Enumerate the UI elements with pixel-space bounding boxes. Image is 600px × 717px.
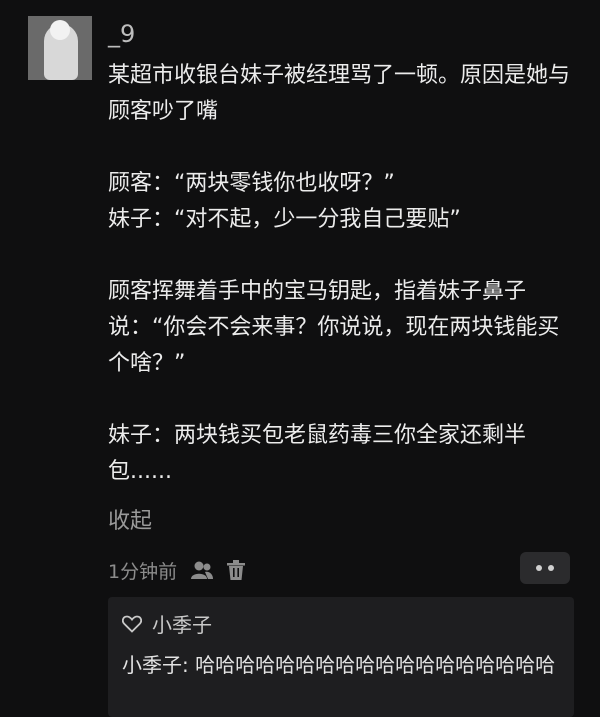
timestamp: 1分钟前 bbox=[108, 560, 178, 583]
post-line: 顾客挥舞着手中的宝马钥匙，指着妹子鼻子说：“你会不会来事？你说说，现在两块钱能买… bbox=[108, 279, 560, 376]
comment-separator: : bbox=[182, 653, 196, 677]
post-line: 某超市收银台妹子被经理骂了一顿。原因是她与顾客吵了嘴 bbox=[108, 63, 571, 124]
post-line: 妹子：“对不起，少一分我自己要贴” bbox=[108, 207, 461, 232]
comment-item[interactable]: 小季子: 哈哈哈哈哈哈哈哈哈哈哈哈哈哈哈哈哈哈 bbox=[122, 651, 570, 679]
likes-row: 小季子 bbox=[122, 609, 212, 638]
post-text: 某超市收银台妹子被经理骂了一顿。原因是她与顾客吵了嘴 顾客：“两块零钱你也收呀？… bbox=[108, 58, 578, 490]
comment-author[interactable]: 小季子 bbox=[122, 653, 182, 677]
people-icon[interactable] bbox=[191, 560, 214, 580]
liked-by-name[interactable]: 小季子 bbox=[152, 609, 212, 638]
more-dots-icon bbox=[548, 565, 554, 571]
avatar[interactable] bbox=[28, 16, 92, 80]
trash-icon[interactable] bbox=[227, 560, 246, 580]
heart-outline-icon bbox=[122, 615, 142, 633]
post-meta: 1分钟前 bbox=[108, 556, 246, 584]
post-line: 妹子：两块钱买包老鼠药毒三你全家还剩半包...... bbox=[108, 423, 527, 484]
avatar-head bbox=[50, 20, 70, 40]
comments-panel: 小季子 小季子: 哈哈哈哈哈哈哈哈哈哈哈哈哈哈哈哈哈哈 bbox=[108, 597, 574, 717]
more-dots-icon bbox=[536, 565, 542, 571]
username[interactable]: _9 bbox=[108, 20, 135, 48]
more-button[interactable] bbox=[520, 552, 570, 584]
post-line: 顾客：“两块零钱你也收呀？” bbox=[108, 171, 395, 196]
collapse-link[interactable]: 收起 bbox=[108, 503, 152, 535]
comment-text: 哈哈哈哈哈哈哈哈哈哈哈哈哈哈哈哈哈哈 bbox=[195, 653, 556, 677]
